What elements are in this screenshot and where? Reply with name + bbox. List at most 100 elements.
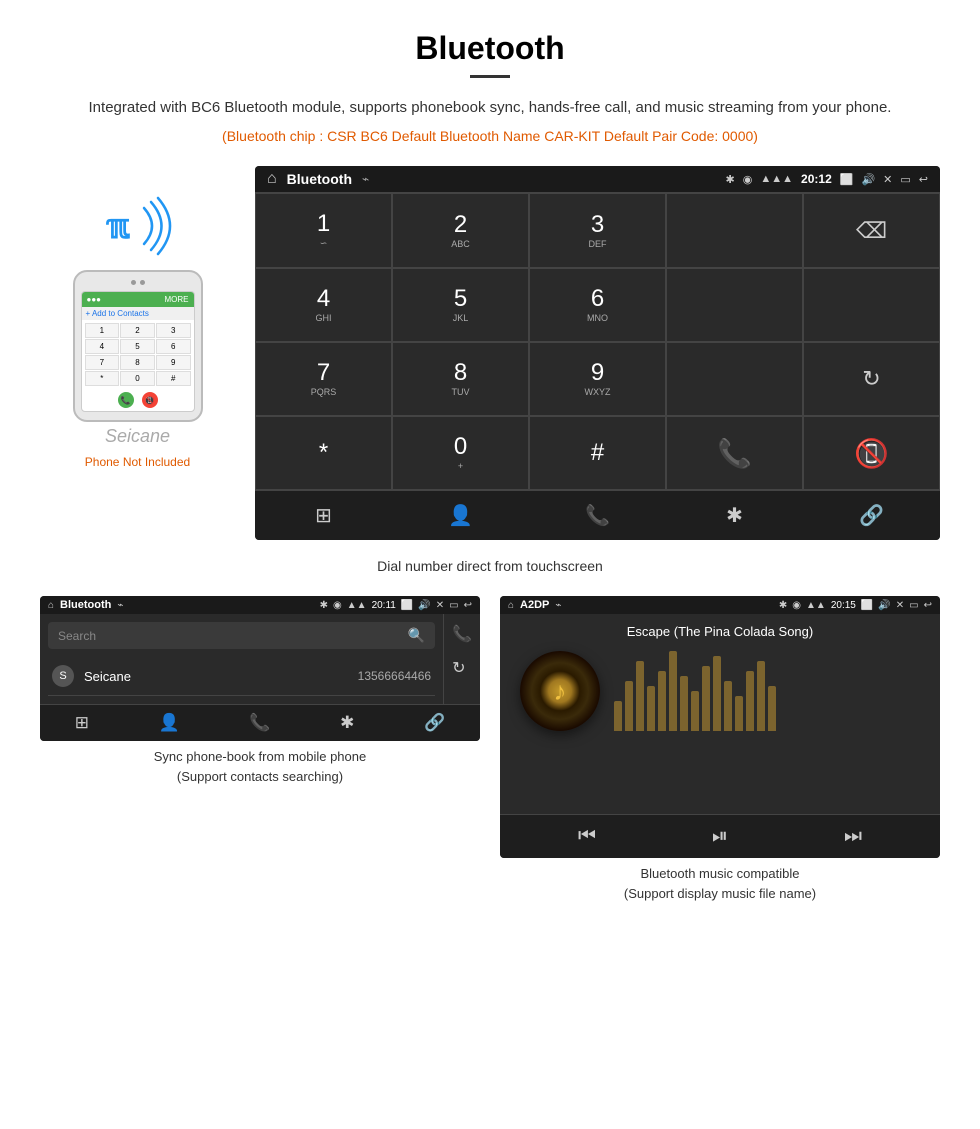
- pb-title: Bluetooth: [60, 599, 111, 611]
- digit-9-sub: WXYZ: [585, 387, 611, 397]
- phone-end-button: 📵: [142, 392, 158, 408]
- phone-contact-label: + Add to Contacts: [82, 307, 194, 320]
- dial-key-5[interactable]: 5 JKL: [392, 268, 529, 342]
- digit-hash: #: [591, 441, 604, 465]
- digit-1-sub: ∽: [320, 238, 328, 249]
- link-icon[interactable]: 🔗: [803, 503, 940, 528]
- dial-key-hash[interactable]: #: [529, 416, 666, 490]
- phone-header-text: ●●●: [87, 295, 102, 304]
- eq-bar: [658, 671, 666, 731]
- close-icon: ✕: [883, 173, 892, 186]
- empty-cell-1: [666, 268, 803, 342]
- phone-speaker: [131, 280, 136, 285]
- eq-bar: [746, 671, 754, 731]
- phonebook-bottom-bar: ⊞ 👤 📞 ✱ 🔗: [40, 704, 480, 741]
- equalizer: [614, 651, 920, 731]
- pb-back-icon[interactable]: ↩: [464, 600, 472, 611]
- dial-key-1[interactable]: 1 ∽: [255, 193, 392, 268]
- digit-7: 7: [317, 361, 330, 385]
- phone-key-star: *: [85, 371, 120, 386]
- refresh-icon-side[interactable]: ↻: [452, 658, 472, 678]
- dial-key-4[interactable]: 4 GHI: [255, 268, 392, 342]
- music-note-icon: ♪: [554, 676, 567, 707]
- title-divider: [470, 75, 510, 78]
- pb-contacts-icon[interactable]: 👤: [159, 713, 180, 733]
- pb-dialpad-icon[interactable]: ⊞: [75, 713, 89, 733]
- dial-key-6[interactable]: 6 MNO: [529, 268, 666, 342]
- eq-bar: [691, 691, 699, 731]
- search-bar[interactable]: Search 🔍: [48, 622, 435, 649]
- refresh-button[interactable]: ↻: [803, 342, 940, 416]
- phone-key-5: 5: [120, 339, 155, 354]
- phone-key-3: 3: [156, 323, 191, 338]
- prev-track-button[interactable]: ⏮: [578, 825, 596, 848]
- music-bt-icon: ✱: [779, 600, 787, 611]
- phone-key-hash: #: [156, 371, 191, 386]
- contact-row[interactable]: S Seicane 13566664466: [48, 657, 435, 696]
- phone-key-7: 7: [85, 355, 120, 370]
- eq-bar: [702, 666, 710, 731]
- back-icon[interactable]: ↩: [919, 173, 928, 186]
- eq-bar: [680, 676, 688, 731]
- play-pause-button[interactable]: ⏯: [712, 825, 728, 848]
- pb-status-left: ⌂ Bluetooth ⌁: [48, 599, 123, 611]
- svg-text:ℼ: ℼ: [106, 208, 130, 246]
- digit-4: 4: [317, 287, 330, 311]
- contact-name: Seicane: [84, 669, 348, 684]
- phonebook-screen: ⌂ Bluetooth ⌁ ✱ ◉ ▲▲ 20:11 ⬜ 🔊 ✕ ▭ ↩: [40, 596, 480, 741]
- music-controls: ⏮ ⏯ ⏭: [500, 814, 940, 858]
- end-call-button[interactable]: 📵: [803, 416, 940, 490]
- music-home-icon[interactable]: ⌂: [508, 600, 514, 611]
- eq-bar: [768, 686, 776, 731]
- pb-time: 20:11: [372, 600, 396, 611]
- answer-call-button[interactable]: 📞: [666, 416, 803, 490]
- signal-icon: ▲▲▲: [760, 173, 793, 185]
- pb-phone-icon[interactable]: 📞: [249, 713, 270, 733]
- pb-link-icon[interactable]: 🔗: [424, 713, 445, 733]
- music-caption: Bluetooth music compatible(Support displ…: [500, 864, 940, 903]
- phone-mockup-area: ℼ ●●● MORE + Add to: [40, 166, 235, 469]
- digit-6-sub: MNO: [587, 313, 608, 323]
- contacts-icon[interactable]: 👤: [392, 503, 529, 528]
- digit-3: 3: [591, 213, 604, 237]
- eq-bar: [735, 696, 743, 731]
- bluetooth-bt-icon[interactable]: ✱: [666, 503, 803, 528]
- dial-key-0[interactable]: 0 +: [392, 416, 529, 490]
- main-caption: Dial number direct from touchscreen: [40, 558, 940, 574]
- music-cam-icon: ⬜: [861, 600, 873, 611]
- dial-key-7[interactable]: 7 PQRS: [255, 342, 392, 416]
- dial-key-3[interactable]: 3 DEF: [529, 193, 666, 268]
- next-track-button[interactable]: ⏭: [844, 825, 862, 848]
- dial-key-2[interactable]: 2 ABC: [392, 193, 529, 268]
- music-caption-text: Bluetooth music compatible(Support displ…: [624, 866, 816, 901]
- phone-call-row: 📞 📵: [82, 389, 194, 411]
- dial-key-9[interactable]: 9 WXYZ: [529, 342, 666, 416]
- phone-not-included-label: Phone Not Included: [85, 455, 190, 469]
- pb-vol-icon: 🔊: [418, 600, 430, 611]
- phone-key-4: 4: [85, 339, 120, 354]
- search-placeholder: Search: [58, 629, 96, 643]
- dial-key-8[interactable]: 8 TUV: [392, 342, 529, 416]
- music-back-icon[interactable]: ↩: [924, 600, 932, 611]
- pb-home-icon[interactable]: ⌂: [48, 600, 54, 611]
- phone-icon[interactable]: 📞: [529, 503, 666, 528]
- pb-signal-icon: ▲▲: [347, 600, 367, 611]
- dialpad-icon[interactable]: ⊞: [255, 503, 392, 528]
- contact-number: 13566664466: [358, 669, 431, 683]
- pb-bt-bottom-icon[interactable]: ✱: [340, 713, 354, 733]
- music-status-left: ⌂ A2DP ⌁: [508, 599, 561, 611]
- home-icon[interactable]: ⌂: [267, 170, 277, 188]
- car-dial-screen: ⌂ Bluetooth ⌁ ✱ ◉ ▲▲▲ 20:12 ⬜ 🔊 ✕ ▭ ↩: [255, 166, 940, 540]
- backspace-button[interactable]: ⌫: [803, 193, 940, 268]
- dial-key-star[interactable]: *: [255, 416, 392, 490]
- phonebook-status-bar: ⌂ Bluetooth ⌁ ✱ ◉ ▲▲ 20:11 ⬜ 🔊 ✕ ▭ ↩: [40, 596, 480, 614]
- digit-7-sub: PQRS: [311, 387, 337, 397]
- digit-1: 1: [317, 212, 330, 236]
- search-icon: 🔍: [408, 627, 425, 644]
- call-icon-side[interactable]: 📞: [452, 624, 472, 644]
- page-description: Integrated with BC6 Bluetooth module, su…: [40, 96, 940, 120]
- status-bar-title: Bluetooth: [287, 171, 352, 187]
- pb-close-icon: ✕: [436, 600, 444, 611]
- phone-key-9: 9: [156, 355, 191, 370]
- music-signal-icon: ▲▲: [806, 600, 826, 611]
